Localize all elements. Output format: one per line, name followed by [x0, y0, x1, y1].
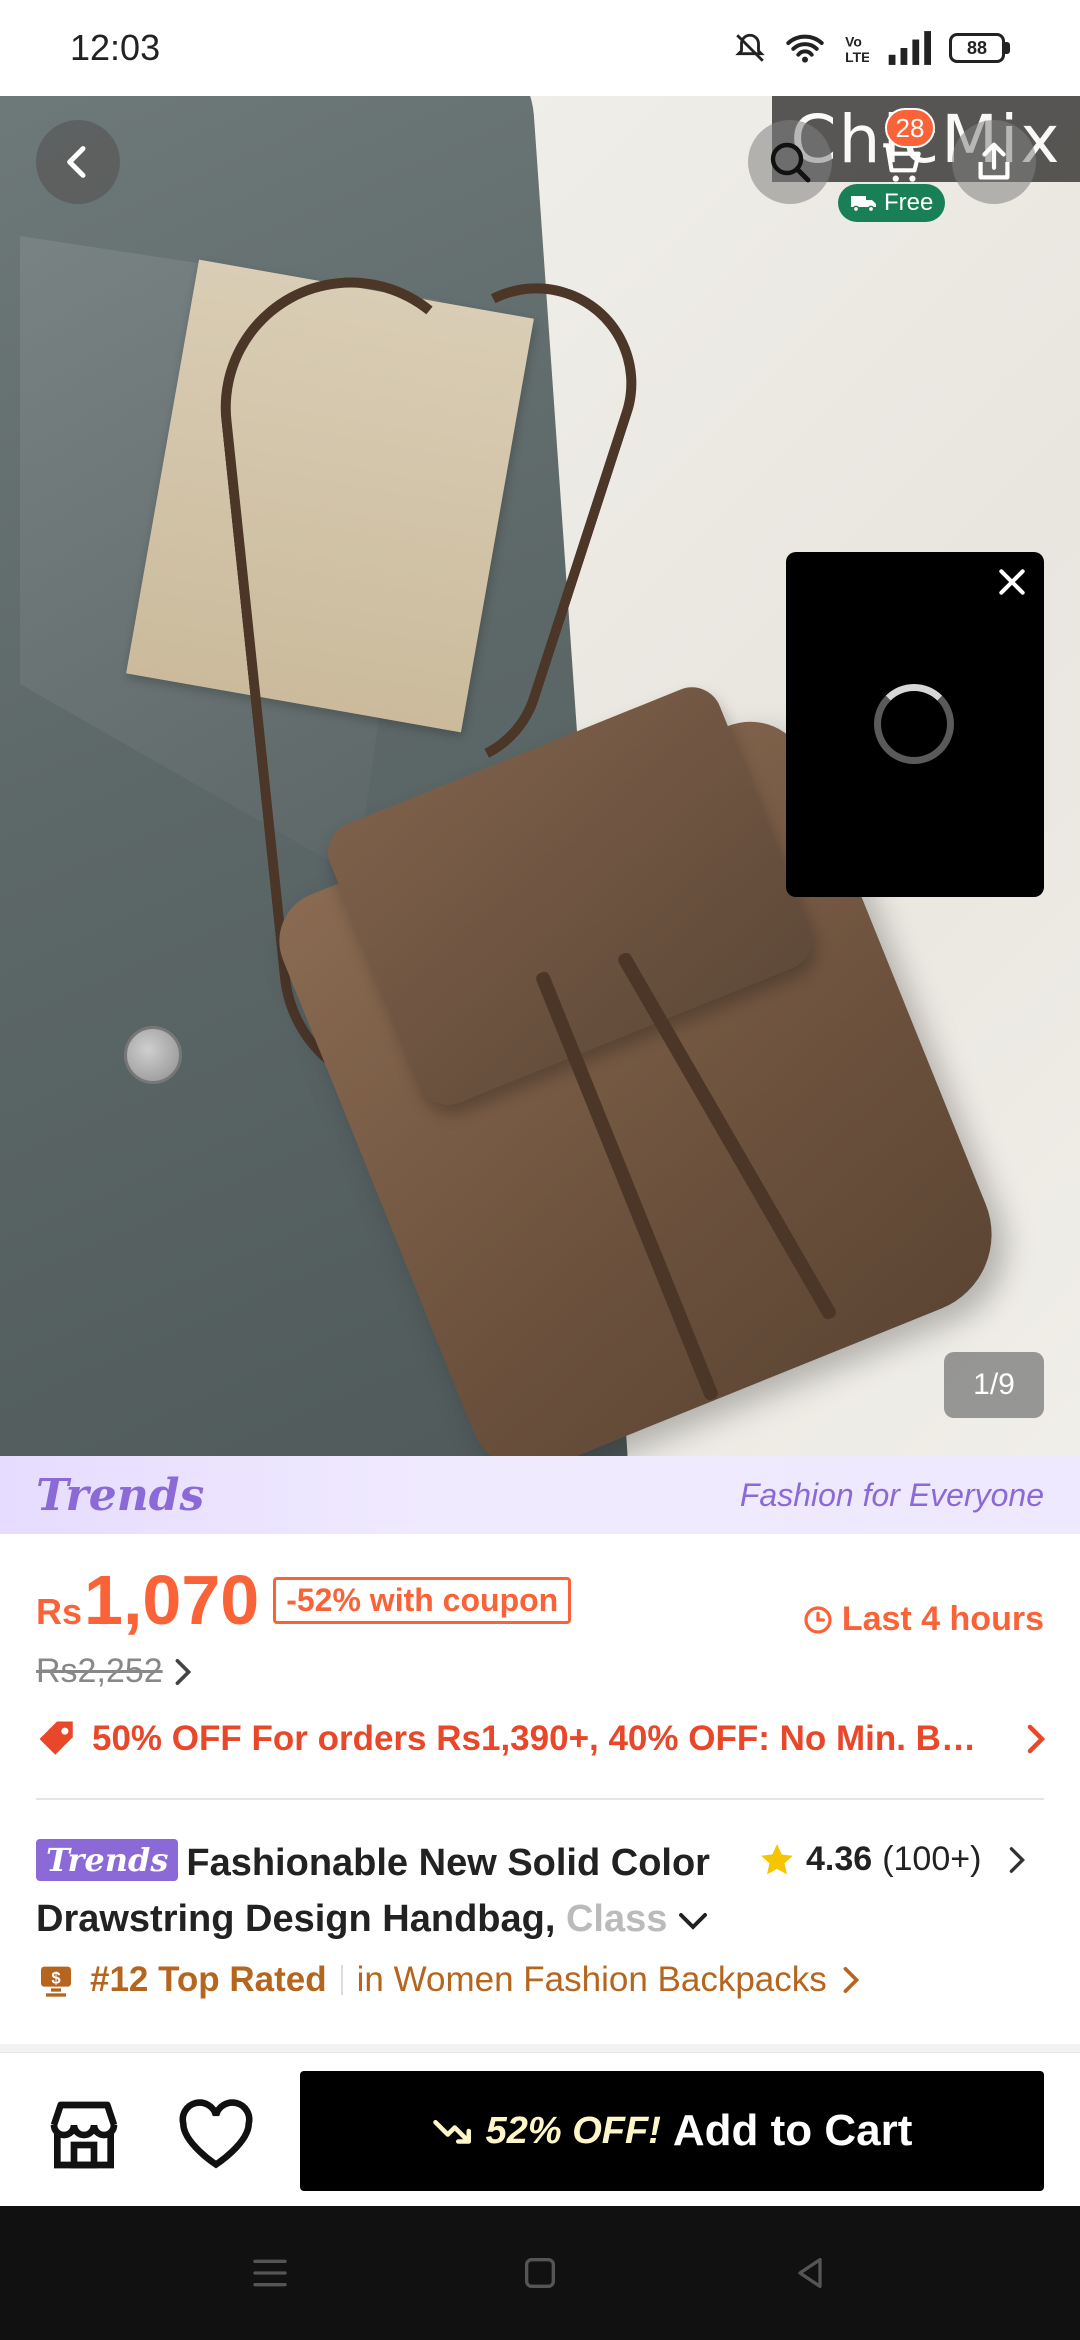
- search-icon: [770, 142, 811, 183]
- svg-text:$: $: [51, 1968, 61, 1987]
- product-title[interactable]: Trends Fashionable New Solid Color Drawst…: [36, 1835, 736, 1947]
- wishlist-button[interactable]: [174, 2093, 258, 2177]
- status-bar: 12:03 Vo LTE 88: [0, 0, 1080, 96]
- status-icons: Vo LTE 88: [733, 31, 1010, 65]
- rank-label: #12 Top Rated: [90, 1960, 327, 1999]
- free-shipping-label: Free: [884, 189, 934, 216]
- trends-logo: Trends: [36, 1469, 205, 1521]
- star-icon: [761, 1843, 793, 1874]
- share-icon: [978, 142, 1010, 180]
- share-button[interactable]: [952, 120, 1036, 204]
- status-time: 12:03: [70, 27, 161, 68]
- sale-price: 1,070: [84, 1561, 260, 1639]
- bottom-action-bar: 52% OFF! Add to Cart: [0, 2052, 1080, 2206]
- mute-bell-icon: [735, 33, 765, 62]
- chevron-right-icon: [1027, 1724, 1046, 1754]
- image-counter: 1/9: [944, 1352, 1044, 1418]
- trend-down-icon: [432, 2119, 471, 2144]
- trends-tagline: Fashion for Everyone: [739, 1476, 1044, 1513]
- top-rated-row[interactable]: $ #12 Top Rated in Women Fashion Backpac…: [36, 1960, 861, 2000]
- cta-discount: 52% OFF!: [485, 2109, 661, 2152]
- price-tag-icon: [39, 1721, 73, 1755]
- countdown-timer: Last 4 hours: [802, 1600, 1044, 1639]
- loading-spinner-icon: [874, 684, 954, 764]
- price-currency: Rs: [36, 1591, 83, 1632]
- product-title-fade: Class: [565, 1898, 668, 1940]
- chevron-right-icon: [175, 1658, 191, 1685]
- battery-level: 88: [949, 33, 1005, 63]
- section-divider: [36, 1798, 1044, 1800]
- signal-icon: [888, 31, 931, 65]
- coupon-badge[interactable]: -52% with coupon: [273, 1576, 572, 1624]
- battery-icon: 88: [949, 33, 1010, 63]
- add-to-cart-button[interactable]: 52% OFF! Add to Cart: [300, 2071, 1044, 2191]
- system-nav-bar: [0, 2206, 1080, 2340]
- timer-label: Last 4 hours: [841, 1600, 1044, 1638]
- rating-score: 4.36: [806, 1840, 873, 1878]
- free-shipping-badge: Free: [838, 184, 946, 222]
- menu-icon[interactable]: [250, 2255, 290, 2291]
- chevron-right-icon: [843, 1966, 859, 1994]
- search-button[interactable]: [748, 120, 832, 204]
- trends-chip: Trends: [36, 1839, 179, 1881]
- chevron-left-icon: [67, 146, 86, 178]
- back-button[interactable]: [36, 120, 120, 204]
- rating-count: (100+): [882, 1840, 982, 1878]
- svg-text:LTE: LTE: [845, 49, 869, 65]
- video-close-button[interactable]: [990, 560, 1034, 604]
- promo-text: 50% OFF For orders Rs1,390+, 40% OFF: No…: [92, 1719, 976, 1758]
- price-row: Rs 1,070 -52% with coupon: [36, 1561, 572, 1639]
- store-button[interactable]: [42, 2093, 126, 2177]
- original-price[interactable]: Rs2,252: [36, 1652, 193, 1691]
- trophy-icon: $: [41, 1966, 71, 1997]
- rank-category: in Women Fashion Backpacks: [356, 1960, 827, 1999]
- store-icon: [50, 2101, 118, 2169]
- trends-banner[interactable]: Trends Fashion for Everyone: [0, 1456, 1080, 1534]
- home-icon[interactable]: [520, 2253, 560, 2293]
- clock-icon: [804, 1605, 832, 1634]
- cta-label: Add to Cart: [672, 2106, 913, 2155]
- back-icon[interactable]: [790, 2253, 830, 2293]
- truck-icon: [851, 196, 876, 213]
- promo-row[interactable]: 50% OFF For orders Rs1,390+, 40% OFF: No…: [36, 1718, 1046, 1760]
- cart-count-badge: 28: [885, 108, 935, 148]
- original-price-value: Rs2,252: [36, 1652, 163, 1690]
- volte-icon: VoLTE: [845, 33, 869, 65]
- close-icon: [999, 569, 1025, 595]
- chevron-right-icon: [1010, 1846, 1026, 1873]
- video-popup[interactable]: [786, 552, 1044, 897]
- wifi-icon: [786, 34, 824, 63]
- rating-summary[interactable]: 4.36 (100+): [758, 1840, 1029, 1879]
- svg-text:Vo: Vo: [845, 33, 862, 49]
- chevron-down-icon[interactable]: [678, 1911, 708, 1931]
- heart-icon: [179, 2099, 253, 2169]
